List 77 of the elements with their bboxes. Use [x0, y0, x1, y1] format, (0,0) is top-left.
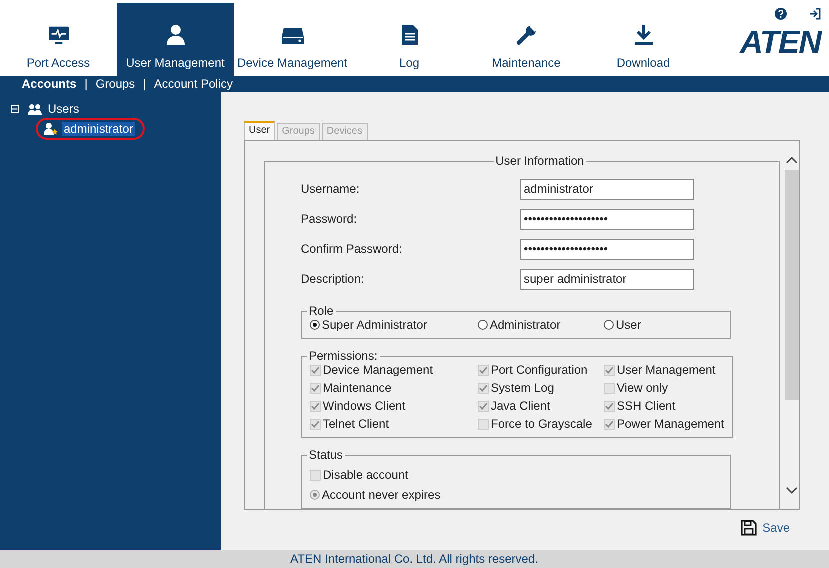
- group-title: Permissions:: [308, 349, 379, 363]
- option-label: Device Management: [323, 363, 434, 377]
- input-field[interactable]: ••••••••••••••••••••: [520, 208, 694, 230]
- checkbox[interactable]: [478, 382, 489, 394]
- option-label: Windows Client: [323, 399, 406, 413]
- scroll-up-icon[interactable]: [786, 156, 798, 164]
- separator: |: [84, 77, 88, 91]
- option-label: Port Configuration: [491, 363, 588, 377]
- subnav-link[interactable]: Account Policy: [154, 77, 233, 91]
- checkbox[interactable]: [604, 418, 615, 430]
- checkbox[interactable]: [478, 400, 489, 412]
- option-label: View only: [617, 381, 668, 395]
- checkbox[interactable]: [478, 364, 489, 376]
- option-label: Power Management: [617, 417, 724, 431]
- save-button[interactable]: Save: [740, 520, 790, 536]
- input-field[interactable]: super administrator: [520, 268, 694, 290]
- monitor-icon: [48, 26, 70, 46]
- separator: |: [143, 77, 146, 91]
- document-icon: [400, 24, 418, 46]
- checkbox[interactable]: [478, 418, 489, 430]
- copyright-text: ATEN International Co. Ltd. All rights reserved.: [290, 552, 538, 566]
- option-label: SSH Client: [617, 399, 676, 413]
- logout-icon[interactable]: [809, 8, 821, 20]
- field-label: Username:: [301, 182, 361, 196]
- radio-button[interactable]: [604, 320, 614, 330]
- panel-tab[interactable]: User: [244, 121, 276, 140]
- option-label: User Management: [617, 363, 716, 377]
- option-label: Account never expires: [322, 488, 441, 502]
- group-title: User Information: [494, 154, 586, 168]
- option-label: Super Administrator: [322, 318, 428, 332]
- collapse-toggle[interactable]: ⊟: [10, 102, 22, 116]
- subnav-link[interactable]: Groups: [96, 77, 136, 91]
- group-title: Role: [308, 304, 335, 318]
- scroll-down-icon[interactable]: [786, 487, 798, 495]
- input-field[interactable]: ••••••••••••••••••••: [520, 238, 694, 260]
- checkbox[interactable]: [604, 364, 615, 376]
- option-label: Force to Grayscale: [491, 417, 592, 431]
- checkbox[interactable]: [310, 400, 321, 412]
- nav-tab[interactable]: User Management: [117, 3, 234, 76]
- nav-tab[interactable]: Download: [585, 3, 702, 76]
- checkbox[interactable]: [310, 382, 321, 394]
- radio-button[interactable]: [310, 490, 320, 500]
- radio-button[interactable]: [310, 320, 320, 330]
- option-label: User: [616, 318, 642, 332]
- field-label: Confirm Password:: [301, 242, 404, 256]
- nav-tab[interactable]: Log: [351, 3, 468, 76]
- option-label: Disable account: [323, 468, 408, 482]
- checkbox[interactable]: [310, 470, 321, 480]
- input-field[interactable]: administrator: [520, 178, 694, 200]
- scrollbar-thumb[interactable]: [785, 170, 799, 400]
- user-icon: [166, 24, 186, 46]
- drive-icon: [280, 26, 304, 46]
- group-title: Status: [308, 448, 344, 462]
- subnav-link[interactable]: Accounts: [22, 77, 77, 91]
- option-label: Maintenance: [323, 381, 392, 395]
- admin-user-icon: [44, 123, 58, 135]
- field-label: Password:: [301, 212, 358, 226]
- option-label: Java Client: [491, 399, 550, 413]
- nav-tab[interactable]: Port Access: [0, 3, 117, 76]
- field-label: Description:: [301, 272, 366, 286]
- checkbox[interactable]: [604, 382, 615, 394]
- wrench-icon: [516, 24, 538, 46]
- tree-item[interactable]: Users: [48, 102, 80, 116]
- tree-item[interactable]: administrator: [62, 122, 136, 136]
- help-icon[interactable]: [775, 8, 787, 20]
- users-icon: [28, 104, 42, 114]
- nav-tab[interactable]: Device Management: [234, 3, 351, 76]
- download-icon: [634, 24, 654, 46]
- option-label: Administrator: [490, 318, 561, 332]
- option-label: System Log: [491, 381, 554, 395]
- checkbox[interactable]: [310, 418, 321, 430]
- checkbox[interactable]: [604, 400, 615, 412]
- brand-logo: ATEN: [740, 24, 821, 60]
- nav-tab[interactable]: Maintenance: [468, 3, 585, 76]
- option-label: Telnet Client: [323, 417, 390, 431]
- checkbox[interactable]: [310, 364, 321, 376]
- radio-button[interactable]: [478, 320, 488, 330]
